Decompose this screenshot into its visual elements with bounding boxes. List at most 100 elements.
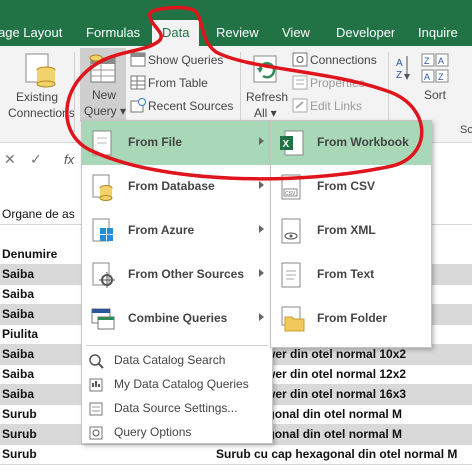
svg-text:A: A — [424, 72, 430, 82]
new-query-menu: From File From Database From Azure From Oth… — [81, 120, 273, 444]
xml-icon — [279, 217, 307, 250]
menu-item-label: Data Source Settings... — [114, 401, 238, 415]
tab-data[interactable]: Data — [152, 20, 200, 46]
refresh-icon — [253, 55, 277, 83]
recent-sources-label: Recent Sources — [148, 99, 234, 113]
recent-sources-icon — [130, 98, 146, 113]
from-file-submenu: X From Workbook CSV From CSV From XML From Te… — [270, 120, 432, 348]
menu-item-label: From File — [128, 135, 183, 149]
menu-item-from-file[interactable]: From File — [82, 121, 272, 165]
svg-text:Z: Z — [396, 70, 402, 81]
tab-formulas[interactable]: Formulas — [86, 22, 140, 44]
cancel-icon[interactable]: ✕ — [4, 151, 16, 168]
connections-icon — [292, 52, 308, 67]
chevron-right-icon — [259, 269, 264, 277]
chevron-right-icon — [259, 137, 264, 145]
existing-connections-button[interactable]: Existing Connections — [8, 50, 75, 120]
excel-workbook-icon: X — [279, 129, 307, 162]
show-queries-label: Show Queries — [148, 53, 224, 67]
submenu-item-label: From Folder — [317, 311, 388, 325]
show-queries-icon — [130, 52, 146, 67]
svg-text:CSV: CSV — [285, 191, 296, 197]
menu-separator — [86, 345, 268, 346]
tab-page-layout[interactable]: age Layout — [0, 22, 62, 44]
chevron-right-icon — [259, 225, 264, 233]
show-queries-button[interactable]: Show Queries — [128, 50, 240, 70]
menu-item-label: From Azure — [128, 223, 195, 237]
sort-ascending-icon[interactable]: A Z — [394, 54, 412, 98]
menu-item-label: From Other Sources — [128, 267, 245, 281]
chevron-right-icon — [259, 181, 264, 189]
sort-group-label: So — [460, 124, 472, 136]
table-icon — [130, 75, 146, 90]
svg-text:Z: Z — [424, 56, 430, 66]
menu-item-from-azure[interactable]: From Azure — [82, 209, 272, 253]
properties-label: Properties — [310, 76, 365, 90]
menu-item-combine-queries[interactable]: Combine Queries — [82, 297, 272, 341]
folder-icon — [279, 305, 307, 338]
ribbon-tab-bar: age Layout Formulas Data Review View Dev… — [0, 0, 472, 46]
edit-links-button[interactable]: Edit Links — [290, 96, 386, 116]
text-file-icon — [279, 261, 307, 294]
connections-button[interactable]: Connections — [290, 50, 386, 70]
menu-item-label: Data Catalog Search — [114, 353, 226, 367]
submenu-item-from-folder[interactable]: From Folder — [271, 297, 431, 341]
menu-item-from-other-sources[interactable]: From Other Sources — [82, 253, 272, 297]
submenu-item-label: From CSV — [317, 179, 376, 193]
from-table-button[interactable]: From Table — [128, 73, 240, 93]
svg-text:A: A — [396, 58, 403, 69]
csv-icon: CSV — [279, 173, 307, 206]
enter-icon[interactable]: ✓ — [30, 151, 42, 168]
new-query-label-1: New — [92, 88, 117, 102]
edit-links-icon — [292, 98, 308, 113]
submenu-item-label: From Workbook — [317, 135, 409, 149]
submenu-item-label: From XML — [317, 223, 376, 237]
sort-icon[interactable]: Z A A Z — [420, 52, 450, 86]
submenu-item-from-csv[interactable]: CSV From CSV — [271, 165, 431, 209]
query-options-icon — [88, 425, 104, 446]
submenu-item-from-xml[interactable]: From XML — [271, 209, 431, 253]
ribbon-divider — [74, 52, 75, 132]
catalog-queries-icon — [88, 377, 104, 398]
tab-view[interactable]: View — [282, 22, 310, 44]
menu-item-data-catalog-search[interactable]: Data Catalog Search — [82, 349, 272, 373]
menu-item-my-data-catalog-queries[interactable]: My Data Catalog Queries — [82, 373, 272, 397]
menu-item-data-source-settings[interactable]: Data Source Settings... — [82, 397, 272, 421]
edit-links-label: Edit Links — [310, 99, 363, 113]
menu-item-label: Combine Queries — [128, 311, 228, 325]
properties-button[interactable]: Properties — [290, 73, 386, 93]
existing-connections-icon — [25, 53, 56, 88]
recent-sources-button[interactable]: Recent Sources — [128, 96, 240, 116]
database-icon — [90, 173, 118, 206]
svg-text:A: A — [438, 56, 444, 66]
tab-inquire[interactable]: Inquire — [418, 22, 458, 44]
connections-label: Connections — [310, 53, 377, 67]
refresh-all-label-1: Refresh — [246, 90, 289, 104]
existing-connections-label-1: Existing — [16, 90, 59, 104]
svg-text:X: X — [283, 139, 290, 150]
insert-function-icon[interactable]: fx — [64, 152, 74, 167]
new-query-icon — [89, 54, 116, 83]
menu-item-query-options[interactable]: Query Options — [82, 421, 272, 445]
description-cell[interactable]: Surub cu cap hexagonal din otel normal M — [213, 444, 457, 464]
sort-label[interactable]: Sort — [424, 88, 446, 102]
refresh-all-label-2: All ▾ — [254, 106, 277, 120]
table-row: Surub Surub cu cap hexagonal din otel nor… — [0, 444, 472, 465]
chevron-right-icon — [259, 313, 264, 321]
menu-item-from-database[interactable]: From Database — [82, 165, 272, 209]
source-settings-icon — [88, 401, 104, 422]
new-query-button[interactable]: New Query ▾ — [80, 48, 126, 122]
other-sources-icon — [90, 261, 118, 294]
tab-developer[interactable]: Developer — [336, 22, 395, 44]
menu-item-label: From Database — [128, 179, 215, 193]
existing-connections-label-2: Connections — [8, 106, 75, 120]
refresh-all-button[interactable]: Refresh All ▾ — [244, 50, 288, 120]
submenu-item-from-text[interactable]: From Text — [271, 253, 431, 297]
combine-icon — [90, 305, 118, 338]
svg-text:Z: Z — [438, 72, 444, 82]
tab-review[interactable]: Review — [216, 22, 259, 44]
submenu-item-from-workbook[interactable]: X From Workbook — [271, 121, 431, 165]
windows-icon — [90, 217, 118, 250]
submenu-item-label: From Text — [317, 267, 375, 281]
name-cell[interactable]: Surub — [0, 444, 214, 464]
